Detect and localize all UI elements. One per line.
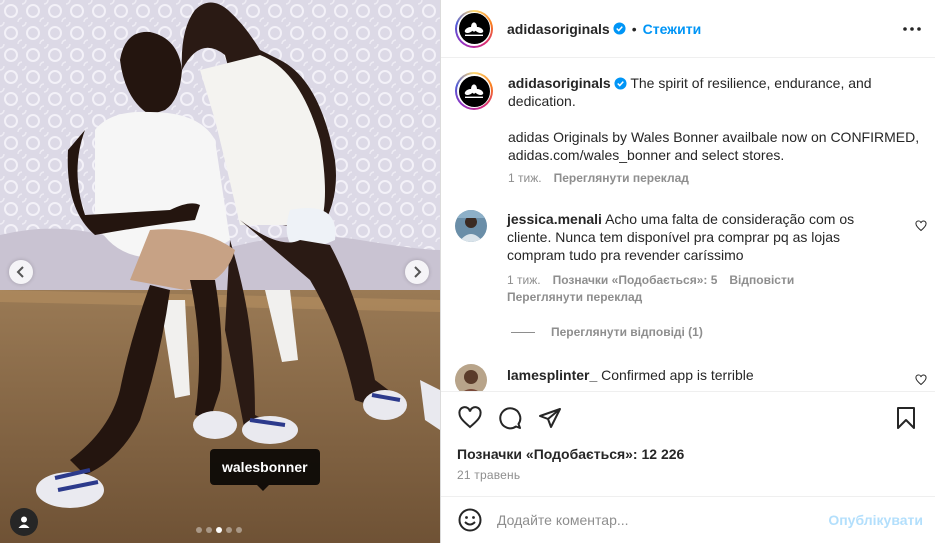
- emoji-icon: [458, 508, 482, 532]
- follow-button[interactable]: Стежити: [643, 21, 702, 37]
- more-options-button[interactable]: [901, 18, 923, 40]
- chevron-right-icon: [414, 266, 422, 278]
- comment-item: jessica.menali Acho uma falta de conside…: [455, 210, 927, 304]
- author-avatar[interactable]: [455, 9, 493, 48]
- post-header: adidasoriginals • Стежити: [441, 0, 935, 58]
- carousel-dot: [216, 527, 222, 533]
- more-horizontal-icon: [903, 27, 921, 31]
- send-icon: [539, 408, 561, 428]
- comment-input[interactable]: [497, 512, 829, 528]
- like-button[interactable]: [457, 405, 483, 431]
- view-replies-button[interactable]: Переглянути відповіді (1): [511, 325, 703, 339]
- carousel-dot: [236, 527, 242, 533]
- carousel-dot: [226, 527, 232, 533]
- comment-button[interactable]: [497, 405, 523, 431]
- comment-username[interactable]: lamesplinter_: [507, 367, 597, 383]
- bookmark-icon: [897, 407, 915, 429]
- post-comment-button[interactable]: Опублікувати: [828, 512, 923, 528]
- header-separator: •: [631, 20, 637, 37]
- user-icon: [18, 516, 30, 528]
- chevron-left-icon: [16, 266, 24, 278]
- comment-likes-link[interactable]: Позначки «Подобається»: 5: [553, 273, 718, 287]
- caption-text-line2: adidas Originals by Wales Bonner availba…: [508, 129, 920, 163]
- comment-translate-link[interactable]: Переглянути переклад: [507, 290, 642, 304]
- comment-username[interactable]: jessica.menali: [507, 211, 602, 227]
- carousel-dot: [196, 527, 202, 533]
- verified-badge-icon: [614, 77, 627, 90]
- post-caption: adidasoriginals The spirit of resilience…: [455, 72, 921, 185]
- commenter-avatar[interactable]: [455, 364, 487, 391]
- post-date[interactable]: 21 травень: [457, 468, 919, 482]
- comment-icon: [499, 407, 522, 430]
- carousel-prev-button[interactable]: [9, 260, 33, 284]
- verified-badge-icon: [613, 22, 626, 35]
- likes-count[interactable]: Позначки «Подобається»: 12 226: [457, 446, 919, 462]
- emoji-button[interactable]: [457, 507, 483, 533]
- commenter-avatar-image: [455, 364, 487, 391]
- comment-item: lamesplinter_ Confirmed app is terrible: [455, 364, 927, 391]
- caption-time[interactable]: 1 тиж.: [508, 171, 542, 185]
- comment-time[interactable]: 1 тиж.: [507, 273, 541, 287]
- adidas-trefoil-logo: [464, 21, 484, 36]
- comment-like-heart-icon[interactable]: [915, 374, 927, 386]
- comment-composer: Опублікувати: [441, 496, 935, 543]
- comments-list[interactable]: adidasoriginals The spirit of resilience…: [441, 58, 935, 391]
- share-button[interactable]: [537, 405, 563, 431]
- action-bar: [457, 392, 919, 444]
- post-media[interactable]: walesbonner: [0, 0, 440, 543]
- save-button[interactable]: [893, 405, 919, 431]
- post-sidebar: adidasoriginals • Стежити adidasoriginal…: [440, 0, 935, 543]
- view-replies-label: Переглянути відповіді (1): [551, 325, 703, 339]
- adidas-trefoil-logo: [464, 84, 484, 98]
- caption-username[interactable]: adidasoriginals: [508, 75, 611, 91]
- comment-like-heart-icon[interactable]: [915, 220, 927, 232]
- carousel-indicator: [196, 527, 242, 533]
- user-tag-label: walesbonner: [222, 459, 308, 475]
- carousel-dot: [206, 527, 212, 533]
- commenter-avatar-image: [455, 210, 487, 242]
- post-dialog: walesbonner adidasoriginals • Стежити ad…: [0, 0, 935, 543]
- user-tag-popup[interactable]: walesbonner: [210, 449, 320, 491]
- heart-icon: [458, 406, 482, 429]
- caption-translate-link[interactable]: Переглянути переклад: [554, 171, 689, 185]
- caption-avatar[interactable]: [455, 72, 493, 110]
- author-username[interactable]: adidasoriginals: [507, 21, 610, 37]
- show-tags-button[interactable]: [10, 508, 38, 536]
- carousel-next-button[interactable]: [405, 260, 429, 284]
- commenter-avatar[interactable]: [455, 210, 487, 242]
- comment-reply-button[interactable]: Відповісти: [729, 273, 794, 287]
- comment-text: Confirmed app is terrible: [601, 367, 754, 383]
- post-actions-section: Позначки «Подобається»: 12 226 21 травен…: [441, 391, 935, 496]
- replies-divider-line: [511, 331, 535, 333]
